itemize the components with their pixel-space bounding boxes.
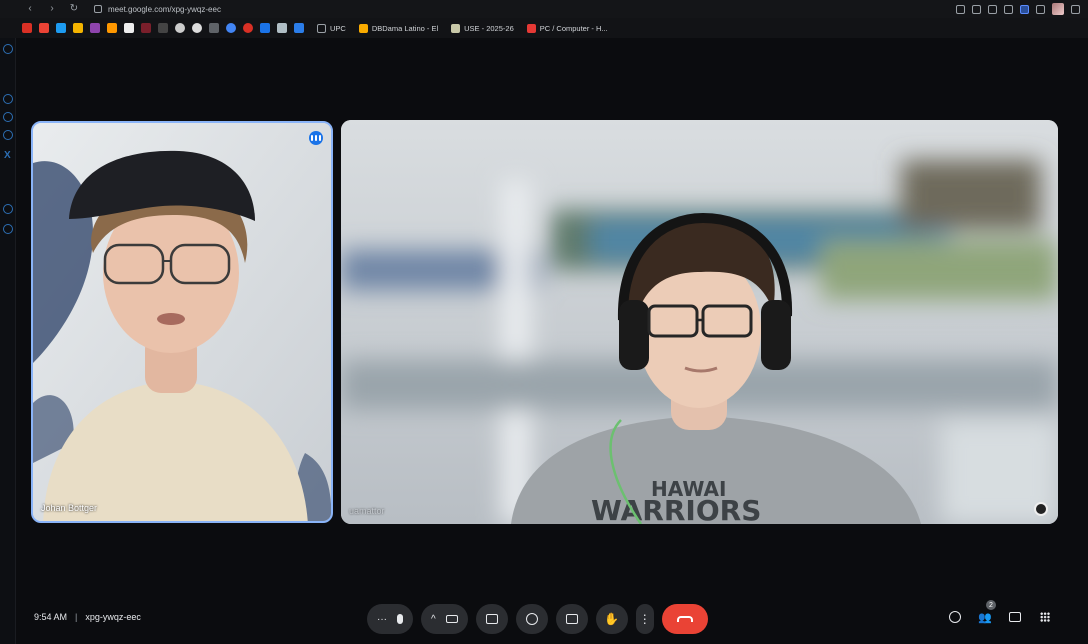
- more-vert-icon: ⋮: [638, 612, 651, 626]
- present-screen-icon: [565, 614, 578, 624]
- activities-button[interactable]: [1038, 610, 1052, 624]
- extension-icon[interactable]: [988, 4, 997, 14]
- separator: |: [75, 612, 78, 622]
- extension-icon[interactable]: [1020, 4, 1029, 14]
- bookmark-icon[interactable]: [90, 23, 100, 33]
- participant-video-1: [33, 123, 331, 521]
- github-icon[interactable]: [192, 23, 202, 33]
- twitter-icon[interactable]: [56, 23, 66, 33]
- call-controls: ··· ^ ✋ ⋮: [367, 604, 708, 634]
- chrome-icon[interactable]: [226, 23, 236, 33]
- participant-name: uamattor: [349, 506, 385, 516]
- bookmark-icon[interactable]: [73, 23, 83, 33]
- participant-video-2: HAWAI WARRIORS: [341, 120, 1058, 524]
- bookmark-icon[interactable]: [124, 23, 134, 33]
- spotify-icon[interactable]: [175, 23, 185, 33]
- extension-icon[interactable]: [956, 4, 965, 14]
- hand-icon: ✋: [604, 612, 620, 626]
- raise-hand-button[interactable]: ✋: [595, 604, 628, 634]
- meeting-code: xpg-ywqz-eec: [85, 612, 141, 622]
- extensions-bar: [956, 3, 1080, 15]
- mic-options-icon[interactable]: ···: [377, 614, 387, 625]
- people-button[interactable]: 👥 2: [978, 600, 996, 624]
- speaking-indicator-icon: [309, 131, 323, 145]
- present-button[interactable]: [555, 604, 588, 634]
- profile-avatar[interactable]: [1052, 3, 1064, 15]
- meeting-info: 9:54 AM | xpg-ywqz-eec: [34, 612, 141, 622]
- lock-icon: [94, 5, 102, 13]
- bookmark-icon[interactable]: [243, 23, 253, 33]
- whatsapp-icon[interactable]: [3, 94, 13, 104]
- meet-control-bar: 9:54 AM | xpg-ywqz-eec ··· ^ ✋ ⋮ 👥 2: [18, 598, 1070, 638]
- hang-up-icon: [676, 616, 693, 622]
- bookmark-dbdama[interactable]: DBDama Latino - El: [358, 23, 439, 33]
- emoji-icon: [525, 613, 538, 625]
- bookmark-use[interactable]: USE - 2025-26: [451, 23, 514, 33]
- participant-count-badge: 2: [986, 600, 996, 610]
- extension-icon[interactable]: [972, 4, 981, 14]
- history-icon[interactable]: [3, 204, 13, 214]
- bookmark-icon[interactable]: [158, 23, 168, 33]
- meeting-time: 9:54 AM: [34, 612, 68, 622]
- gmail-icon[interactable]: [39, 23, 49, 33]
- bookmark-icon[interactable]: [260, 23, 270, 33]
- browser-toolbar: ‹ › ↻ meet.google.com/xpg-ywqz-eec: [0, 0, 1088, 18]
- meeting-details-button[interactable]: [948, 610, 962, 624]
- back-icon[interactable]: ‹: [24, 3, 36, 15]
- bookmark-favicon: [451, 23, 461, 33]
- menu-icon[interactable]: [1071, 4, 1080, 14]
- pin-icon[interactable]: [1034, 502, 1048, 516]
- people-icon: 👥: [978, 611, 992, 624]
- chat-icon: [1009, 612, 1021, 622]
- settings-icon[interactable]: [3, 224, 13, 234]
- camera-icon[interactable]: [445, 615, 458, 623]
- instagram-icon[interactable]: [3, 112, 13, 122]
- bookmark-favicon: [526, 23, 536, 33]
- tiktok-icon[interactable]: [3, 130, 13, 140]
- bookmark-favicon: [358, 23, 368, 33]
- side-panel-buttons: 👥 2: [948, 600, 1052, 624]
- bookmark-pc-computer[interactable]: PC / Computer - H...: [526, 23, 608, 33]
- address-bar[interactable]: meet.google.com/xpg-ywqz-eec: [94, 5, 221, 14]
- chat-button[interactable]: [1008, 610, 1022, 624]
- participant-name: Johan Bottger: [41, 503, 98, 513]
- folder-icon: [317, 23, 326, 33]
- bookmark-icon[interactable]: [277, 23, 287, 33]
- more-options-button[interactable]: ⋮: [635, 604, 654, 634]
- svg-text:WARRIORS: WARRIORS: [591, 494, 761, 524]
- x-icon[interactable]: X: [4, 150, 11, 161]
- forward-icon[interactable]: ›: [46, 3, 58, 15]
- bookmark-icon[interactable]: [294, 23, 304, 33]
- url-text: meet.google.com/xpg-ywqz-eec: [108, 4, 221, 14]
- info-icon: [949, 611, 961, 623]
- captions-button[interactable]: [475, 604, 508, 634]
- meet-stage: Johan Bottger HAWAI WARRIORS uamattor 9:…: [18, 38, 1070, 644]
- apps-grid-icon: [1040, 612, 1050, 622]
- sidebar-home-icon[interactable]: [3, 44, 13, 54]
- mic-icon[interactable]: [397, 614, 403, 624]
- captions-icon: [485, 614, 498, 624]
- bookmark-label: PC / Computer - H...: [539, 23, 608, 33]
- bookmark-icon[interactable]: [107, 23, 117, 33]
- bookmark-icon[interactable]: [209, 23, 219, 33]
- camera-control: ^: [421, 604, 468, 634]
- reload-icon[interactable]: ↻: [68, 3, 80, 15]
- browser-sidebar: X: [0, 38, 16, 644]
- camera-options-icon[interactable]: ^: [431, 614, 436, 625]
- leave-call-button[interactable]: [661, 604, 708, 634]
- extension-icon[interactable]: [1036, 4, 1045, 14]
- extension-icon[interactable]: [1004, 4, 1013, 14]
- bookmark-label: DBDama Latino - El: [371, 23, 439, 33]
- mic-control: ···: [367, 604, 413, 634]
- bookmark-label: UPC: [330, 23, 346, 33]
- bookmark-icon[interactable]: [141, 23, 151, 33]
- bookmark-label: USE - 2025-26: [464, 23, 514, 33]
- reactions-button[interactable]: [515, 604, 548, 634]
- youtube-icon[interactable]: [22, 23, 32, 33]
- bookmark-upc[interactable]: UPC: [317, 23, 346, 33]
- bookmarks-bar: UPC DBDama Latino - El USE - 2025-26 PC …: [0, 18, 1088, 38]
- participant-tile-1[interactable]: Johan Bottger: [31, 121, 333, 523]
- participant-tile-2[interactable]: HAWAI WARRIORS uamattor: [341, 120, 1058, 524]
